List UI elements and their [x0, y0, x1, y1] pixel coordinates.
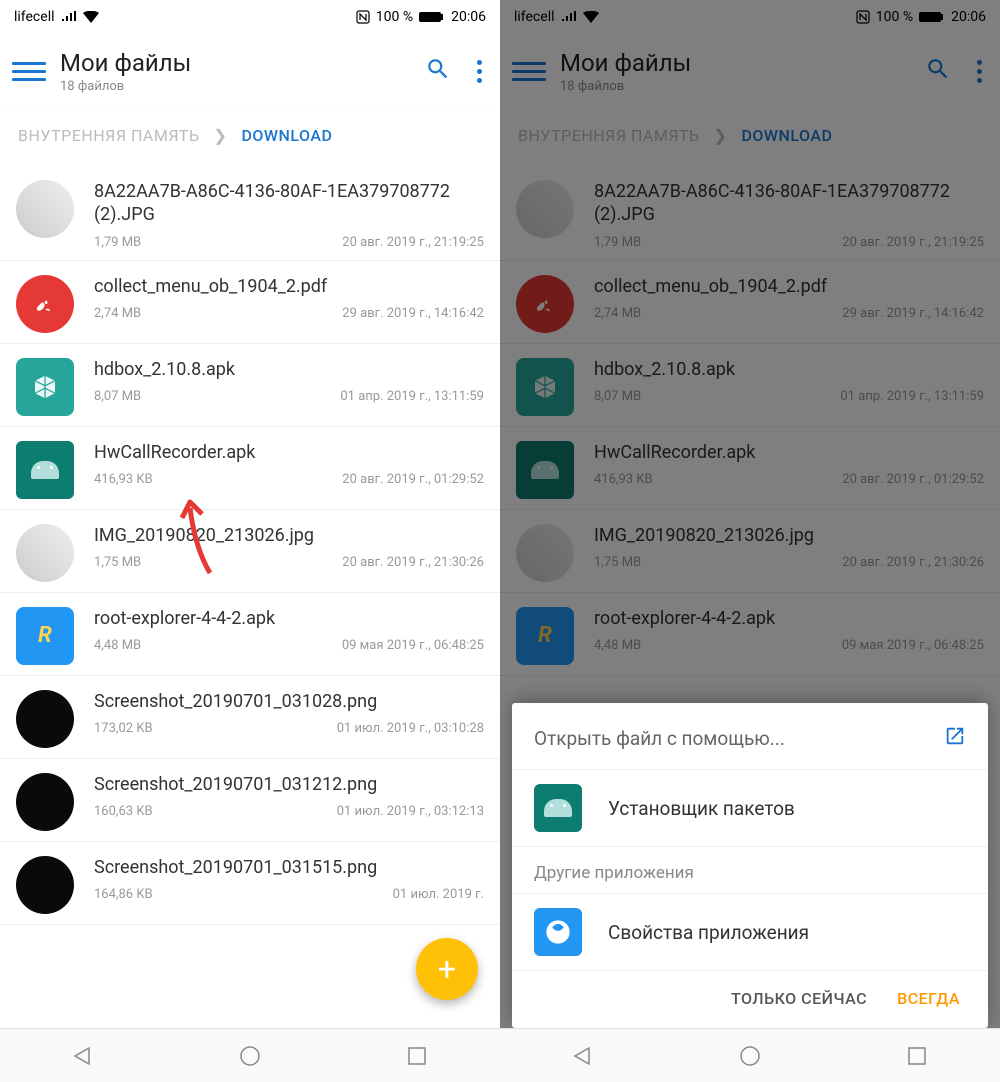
carrier-label: lifecell — [14, 9, 55, 25]
file-name: root-explorer-4-4-2.apk — [94, 607, 484, 630]
nav-bar — [500, 1028, 1000, 1082]
nfc-icon — [356, 10, 370, 24]
sheet-option-app-properties[interactable]: Свойства приложения — [512, 893, 988, 970]
chevron-right-icon: ❯ — [214, 126, 228, 145]
image-thumbnail-icon — [16, 773, 74, 831]
file-size: 8,07 MB — [94, 389, 141, 404]
nav-home-button[interactable] — [737, 1043, 763, 1069]
app-bar: Мои файлы 18 файлов — [0, 34, 500, 108]
file-list[interactable]: 8A22AA7B-A86C-4136-80AF-1EA379708772 (2)… — [0, 162, 500, 1082]
android-icon — [16, 441, 74, 499]
screen-right: lifecell 100 % 20:06 Мои файлы 18 файлов — [500, 0, 1000, 1082]
file-name: Screenshot_20190701_031212.png — [94, 773, 484, 796]
always-button[interactable]: ВСЕГДА — [897, 989, 960, 1008]
file-name: Screenshot_20190701_031515.png — [94, 856, 484, 879]
image-thumbnail-icon — [16, 690, 74, 748]
clock: 20:06 — [451, 9, 486, 25]
menu-button[interactable] — [12, 54, 46, 88]
file-size: 173,02 KB — [94, 721, 153, 736]
screen-left: lifecell 100 % 20:06 Мои файлы 18 файлов — [0, 0, 500, 1082]
nav-back-button[interactable] — [70, 1043, 96, 1069]
file-name: HwCallRecorder.apk — [94, 441, 484, 464]
file-size: 4,48 MB — [94, 638, 141, 653]
plus-icon: + — [438, 953, 456, 985]
file-item[interactable]: collect_menu_ob_1904_2.pdf 2,74 MB 29 авг.… — [0, 261, 500, 344]
nav-bar — [0, 1028, 500, 1082]
signal-icon — [61, 11, 77, 23]
just-once-button[interactable]: ТОЛЬКО СЕЙЧАС — [731, 989, 867, 1008]
file-size: 164,86 KB — [94, 887, 153, 902]
file-item[interactable]: Screenshot_20190701_031028.png 173,02 KB 0… — [0, 676, 500, 759]
battery-icon — [419, 11, 445, 23]
package-installer-icon — [534, 784, 582, 832]
file-size: 2,74 MB — [94, 306, 141, 321]
page-subtitle: 18 файлов — [60, 79, 425, 94]
search-button[interactable] — [425, 56, 451, 86]
file-name: 8A22AA7B-A86C-4136-80AF-1EA379708772 (2)… — [94, 180, 484, 227]
file-name: collect_menu_ob_1904_2.pdf — [94, 275, 484, 298]
overflow-menu-button[interactable] — [477, 60, 482, 83]
nav-recents-button[interactable] — [904, 1043, 930, 1069]
open-external-button[interactable] — [944, 725, 966, 751]
file-date: 29 авг. 2019 г., 14:16:42 — [342, 306, 484, 321]
sheet-section-other: Другие приложения — [512, 846, 988, 893]
sheet-option-label: Установщик пакетов — [608, 797, 795, 820]
file-item[interactable]: Rroot-explorer-4-4-2.apk 4,48 MB 09 мая 20… — [0, 593, 500, 676]
file-size: 160,63 KB — [94, 804, 153, 819]
breadcrumb: ВНУТРЕННЯЯ ПАМЯТЬ ❯ DOWNLOAD — [0, 108, 500, 162]
nav-home-button[interactable] — [237, 1043, 263, 1069]
fab-add-button[interactable]: + — [416, 938, 478, 1000]
wifi-icon — [83, 11, 99, 23]
sheet-title: Открыть файл с помощью... — [534, 727, 785, 750]
breadcrumb-current[interactable]: DOWNLOAD — [241, 126, 332, 145]
file-size: 416,93 KB — [94, 472, 153, 487]
file-size: 1,79 MB — [94, 235, 141, 250]
pdf-icon — [16, 275, 74, 333]
page-title: Мои файлы — [60, 49, 425, 77]
file-name: hdbox_2.10.8.apk — [94, 358, 484, 381]
file-item[interactable]: hdbox_2.10.8.apk 8,07 MB 01 апр. 2019 г., … — [0, 344, 500, 427]
file-item[interactable]: Screenshot_20190701_031212.png 160,63 KB 0… — [0, 759, 500, 842]
sheet-option-label: Свойства приложения — [608, 921, 809, 944]
file-date: 20 авг. 2019 г., 21:19:25 — [342, 235, 484, 250]
file-date: 01 июл. 2019 г., 03:12:13 — [337, 804, 484, 819]
file-date: 01 июл. 2019 г. — [393, 887, 484, 902]
image-thumbnail-icon — [16, 524, 74, 582]
apk-icon — [16, 358, 74, 416]
file-date: 01 апр. 2019 г., 13:11:59 — [340, 389, 484, 404]
root-explorer-icon: R — [16, 607, 74, 665]
sheet-option-package-installer[interactable]: Установщик пакетов — [512, 769, 988, 846]
file-size: 1,75 MB — [94, 555, 141, 570]
file-name: IMG_20190820_213026.jpg — [94, 524, 484, 547]
file-date: 20 авг. 2019 г., 01:29:52 — [342, 472, 484, 487]
file-item[interactable]: 8A22AA7B-A86C-4136-80AF-1EA379708772 (2)… — [0, 162, 500, 261]
file-date: 09 мая 2019 г., 06:48:25 — [342, 638, 484, 653]
battery-pct: 100 % — [376, 9, 413, 25]
file-date: 01 июл. 2019 г., 03:10:28 — [337, 721, 484, 736]
app-properties-icon — [534, 908, 582, 956]
image-thumbnail-icon — [16, 180, 74, 238]
file-date: 20 авг. 2019 г., 21:30:26 — [342, 555, 484, 570]
status-bar: lifecell 100 % 20:06 — [0, 0, 500, 34]
file-item[interactable]: HwCallRecorder.apk 416,93 KB 20 авг. 2019 … — [0, 427, 500, 510]
open-with-sheet: Открыть файл с помощью... Установщик пак… — [512, 703, 988, 1028]
breadcrumb-parent[interactable]: ВНУТРЕННЯЯ ПАМЯТЬ — [18, 126, 200, 145]
file-name: Screenshot_20190701_031028.png — [94, 690, 484, 713]
nav-recents-button[interactable] — [404, 1043, 430, 1069]
image-thumbnail-icon — [16, 856, 74, 914]
nav-back-button[interactable] — [570, 1043, 596, 1069]
file-item[interactable]: IMG_20190820_213026.jpg 1,75 MB 20 авг. 20… — [0, 510, 500, 593]
file-item[interactable]: Screenshot_20190701_031515.png 164,86 KB 0… — [0, 842, 500, 925]
